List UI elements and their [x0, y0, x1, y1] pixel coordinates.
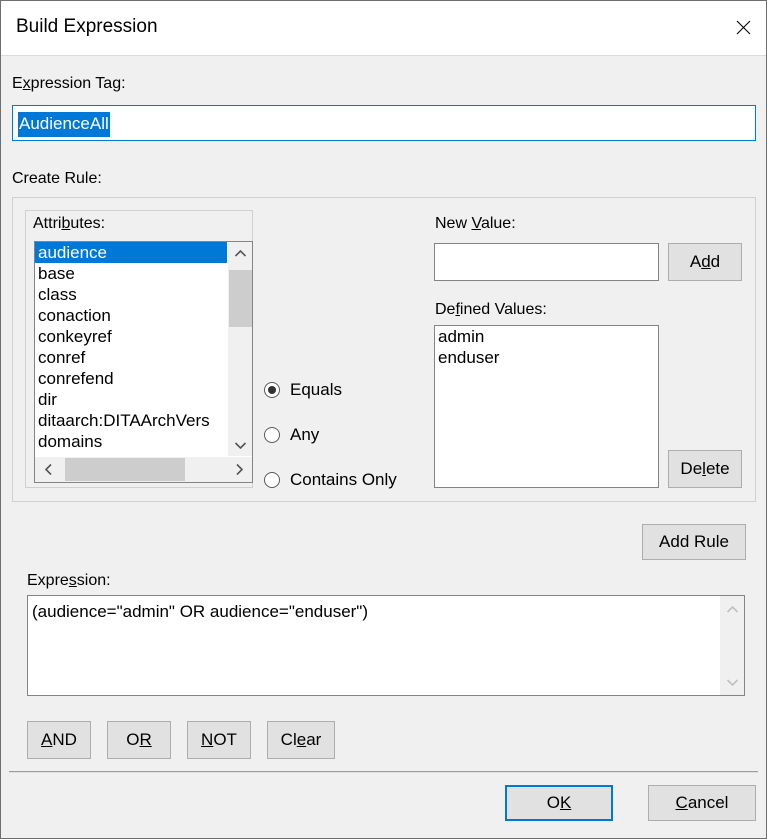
- attributes-vertical-scrollbar[interactable]: [227, 242, 252, 456]
- list-item[interactable]: enduser: [435, 347, 658, 368]
- radio-contains-only[interactable]: Contains Only: [264, 470, 397, 490]
- radio-label-equals: Equals: [290, 380, 342, 400]
- list-item[interactable]: conref: [35, 347, 228, 368]
- dialog-titlebar: Build Expression: [1, 1, 766, 56]
- attributes-listbox[interactable]: audience base class conaction conkeyref …: [34, 241, 253, 483]
- attributes-label: Attributes:: [33, 215, 105, 233]
- create-rule-label: Create Rule:: [12, 170, 102, 188]
- radio-any[interactable]: Any: [264, 425, 319, 445]
- radio-label-contains-only: Contains Only: [290, 470, 397, 490]
- ok-button[interactable]: OK: [505, 785, 613, 821]
- list-item[interactable]: dir: [35, 389, 228, 410]
- expression-label: Expression:: [27, 572, 111, 590]
- scrollbar-thumb-horizontal[interactable]: [65, 458, 185, 481]
- new-value-label: New Value:: [435, 215, 516, 233]
- defined-values-label: Defined Values:: [435, 301, 547, 319]
- chevron-up-icon[interactable]: [720, 598, 745, 620]
- list-item[interactable]: admin: [435, 326, 658, 347]
- list-item[interactable]: ditaarch:DITAArchVers: [35, 410, 228, 431]
- expression-tag-input[interactable]: AudienceAll: [12, 105, 756, 141]
- scrollbar-thumb-vertical[interactable]: [229, 270, 252, 327]
- chevron-left-icon[interactable]: [35, 457, 61, 482]
- build-expression-dialog: Build Expression Expression Tag: Audienc…: [0, 0, 767, 839]
- radio-mark-equals: [264, 382, 280, 398]
- attributes-list-items: audience base class conaction conkeyref …: [35, 242, 228, 456]
- radio-equals[interactable]: Equals: [264, 380, 342, 400]
- and-button[interactable]: AND: [27, 721, 91, 759]
- list-item[interactable]: domains: [35, 431, 228, 452]
- add-rule-button[interactable]: Add Rule: [642, 524, 746, 560]
- chevron-down-icon[interactable]: [720, 671, 745, 693]
- expression-value: (audience="admin" OR audience="enduser"): [32, 601, 368, 623]
- add-button[interactable]: Add: [668, 243, 742, 281]
- footer-separator: [9, 771, 758, 773]
- chevron-up-icon[interactable]: [228, 242, 253, 264]
- dialog-title: Build Expression: [16, 16, 158, 38]
- list-item[interactable]: conkeyref: [35, 326, 228, 347]
- new-value-input[interactable]: [434, 243, 659, 281]
- expression-tag-value: AudienceAll: [18, 112, 110, 137]
- list-item[interactable]: audience: [35, 242, 228, 263]
- chevron-down-icon[interactable]: [228, 434, 253, 456]
- radio-label-any: Any: [290, 425, 319, 445]
- expression-textarea[interactable]: (audience="admin" OR audience="enduser"): [27, 595, 745, 696]
- expression-vertical-scrollbar[interactable]: [719, 596, 744, 695]
- list-item[interactable]: class: [35, 284, 228, 305]
- cancel-button[interactable]: Cancel: [648, 785, 756, 821]
- list-item[interactable]: conaction: [35, 305, 228, 326]
- radio-mark-contains-only: [264, 472, 280, 488]
- attributes-horizontal-scrollbar[interactable]: [35, 456, 252, 482]
- delete-button[interactable]: Delete: [668, 450, 742, 488]
- not-button[interactable]: NOT: [187, 721, 251, 759]
- radio-mark-any: [264, 427, 280, 443]
- list-item[interactable]: conrefend: [35, 368, 228, 389]
- list-item[interactable]: base: [35, 263, 228, 284]
- chevron-right-icon[interactable]: [226, 457, 252, 482]
- close-icon[interactable]: [720, 1, 766, 54]
- expression-tag-label: Expression Tag:: [12, 75, 126, 93]
- clear-button[interactable]: Clear: [267, 721, 335, 759]
- defined-values-listbox[interactable]: admin enduser: [434, 325, 659, 488]
- or-button[interactable]: OR: [107, 721, 171, 759]
